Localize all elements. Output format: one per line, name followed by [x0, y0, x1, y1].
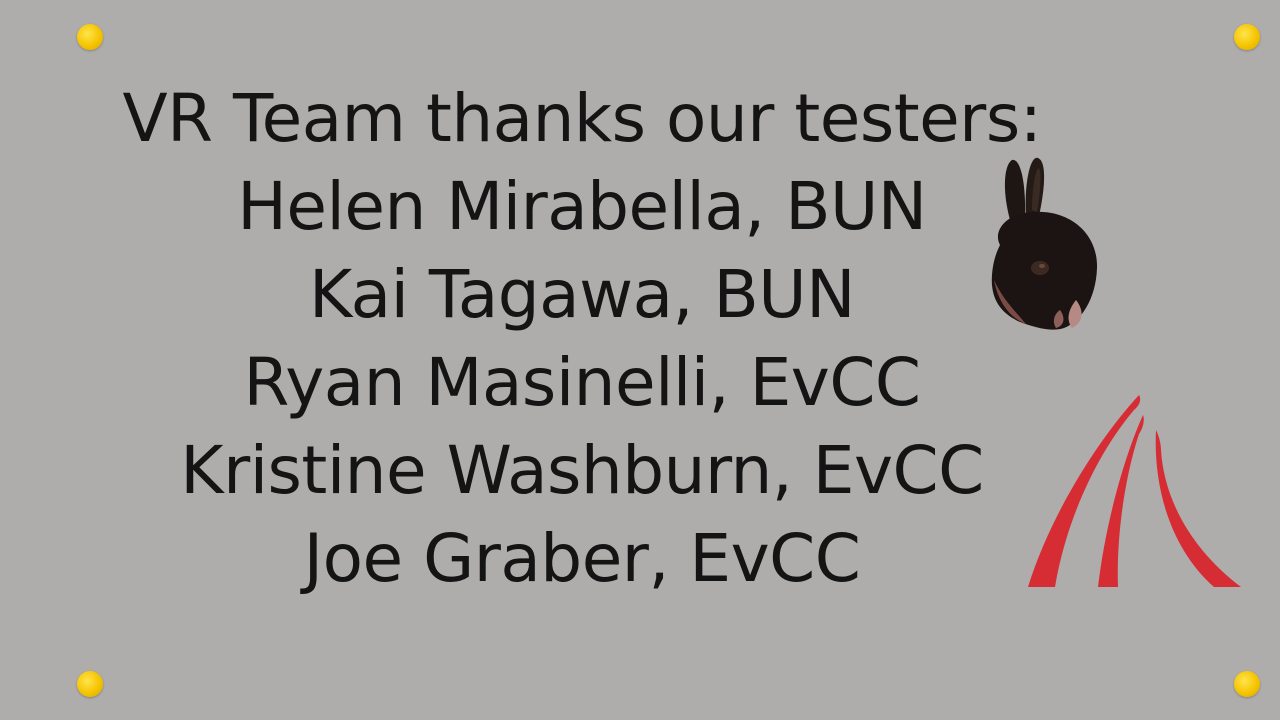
tester-name: Joe Graber, EvCC: [303, 520, 861, 597]
pin-icon-top-left: [77, 24, 103, 50]
tester-name: Ryan Masinelli, EvCC: [243, 344, 921, 421]
bunny-icon: [991, 157, 1098, 330]
red-arc-logo-icon: [1028, 395, 1241, 587]
tester-name: Kristine Washburn, EvCC: [180, 432, 984, 509]
pin-icon-bottom-left: [77, 671, 103, 697]
slide: VR Team thanks our testers: Helen Mirabe…: [0, 0, 1280, 720]
pin-icon-bottom-right: [1234, 671, 1260, 697]
pin-icon-top-right: [1234, 24, 1260, 50]
